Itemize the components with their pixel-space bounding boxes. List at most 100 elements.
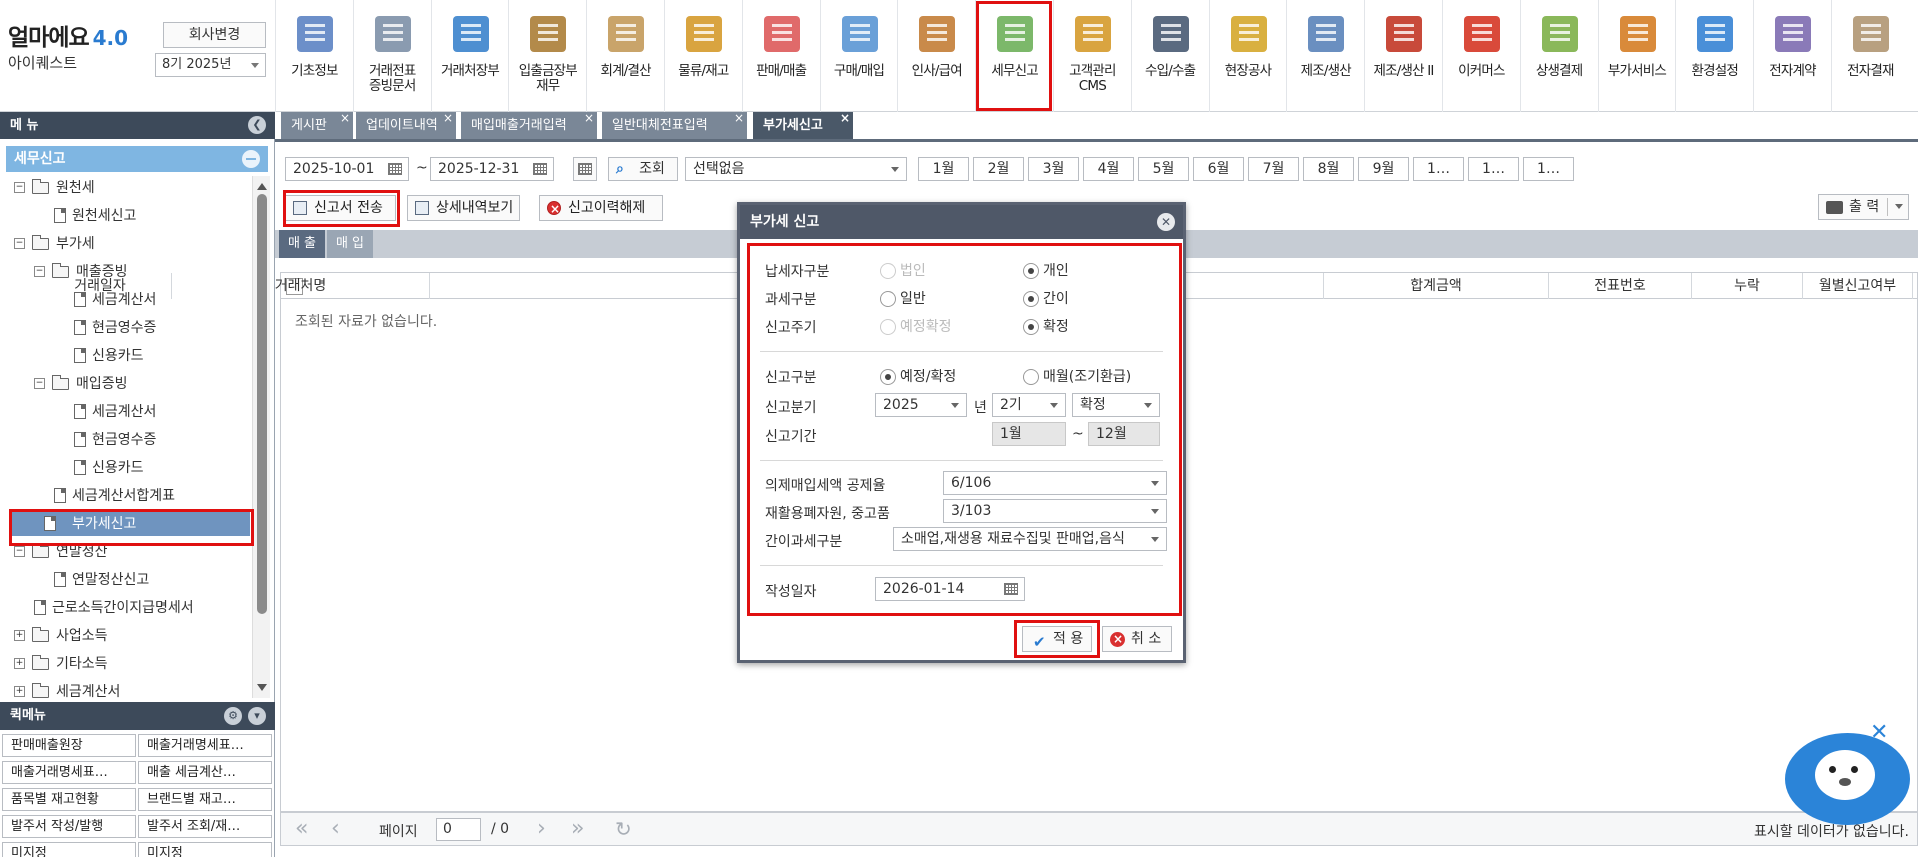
module-voucher-docs[interactable]: 거래전표 증빙문서	[352, 0, 431, 112]
date-to-input[interactable]: 2025-12-31	[430, 157, 554, 181]
module-e-contract[interactable]: 전자계약	[1753, 0, 1831, 112]
first-page-icon[interactable]: «	[295, 817, 308, 841]
quick-menu-item[interactable]: 발주서 조회/재…	[138, 815, 272, 838]
tree-item[interactable]: 부가세신고	[10, 512, 250, 536]
deemed-rate-select[interactable]: 6/106	[943, 471, 1167, 495]
taxpayer-corporate-radio[interactable]: 법인	[880, 263, 926, 279]
tree-item[interactable]: 세금계산서합계표	[0, 484, 250, 508]
cancel-history-button[interactable]: 신고이력해제	[539, 195, 663, 221]
next-page-icon[interactable]: ›	[537, 817, 546, 841]
grid-column-header[interactable]: 합계금액	[1324, 273, 1549, 299]
cancel-button[interactable]: 취 소	[1102, 626, 1172, 652]
calendar-icon[interactable]	[388, 163, 402, 175]
month-button[interactable]: 2월	[973, 157, 1024, 181]
close-mascot-icon[interactable]: ✕	[1870, 722, 1888, 744]
module-addon-service[interactable]: 부가서비스	[1597, 0, 1676, 112]
quick-menu-item[interactable]: 매출거래명세표…	[138, 734, 272, 757]
module-tax-filing[interactable]: 세무신고	[975, 0, 1053, 112]
write-date-input[interactable]: 2026-01-14	[875, 577, 1025, 601]
tab-item[interactable]: 업데이트내역 ×	[356, 111, 456, 139]
quick-menu-item[interactable]: 매출 세금계산…	[138, 761, 272, 784]
grid-column-header[interactable]: 월별신고여부	[1803, 273, 1913, 299]
module-sales[interactable]: 판매/매출	[741, 0, 820, 112]
tab-item[interactable]: 부가세신고 ×	[753, 111, 853, 139]
quick-menu-item[interactable]: 발주서 작성/발행	[2, 815, 136, 838]
scroll-up-icon[interactable]	[257, 178, 267, 190]
month-button[interactable]: 1…	[1413, 157, 1464, 181]
module-manufacturing[interactable]: 제조/생산	[1286, 0, 1364, 112]
term-select[interactable]: 2기	[992, 393, 1066, 417]
expand-icon[interactable]: +	[14, 658, 25, 669]
tree-item[interactable]: − 매입증빙	[0, 372, 250, 396]
quick-menu-item[interactable]: 판매매출원장	[2, 734, 136, 757]
module-crm[interactable]: 고객관리 CMS	[1052, 0, 1131, 112]
close-tab-icon[interactable]: ×	[340, 105, 350, 132]
quick-menu-item[interactable]: 품목별 재고현황	[2, 788, 136, 811]
quick-menu-collapse-icon[interactable]: ▾	[248, 707, 266, 725]
tree-item[interactable]: + 세금계산서	[0, 680, 250, 698]
last-page-icon[interactable]: »	[571, 817, 584, 841]
module-logistics[interactable]: 물류/재고	[663, 0, 742, 112]
calendar-picker-button[interactable]	[573, 157, 597, 181]
tree-item[interactable]: − 부가세	[0, 232, 250, 256]
recycle-rate-select[interactable]: 3/103	[943, 499, 1167, 523]
apply-button[interactable]: ✔ 적 용	[1022, 626, 1092, 652]
close-tab-icon[interactable]: ×	[840, 105, 850, 132]
month-button[interactable]: 7월	[1248, 157, 1299, 181]
tree-item[interactable]: + 기타소득	[0, 652, 250, 676]
quick-menu-item[interactable]: 매출거래명세표…	[2, 761, 136, 784]
menu-section-tax-filing[interactable]: 세무신고	[6, 146, 268, 172]
scroll-down-icon[interactable]	[257, 684, 267, 696]
month-button[interactable]: 6월	[1193, 157, 1244, 181]
grid-column-header[interactable]: 전표번호	[1549, 273, 1692, 299]
chevron-down-icon[interactable]	[1895, 204, 1903, 213]
module-e-approval[interactable]: 전자결재	[1830, 0, 1909, 112]
module-client-ledger[interactable]: 거래처장부	[430, 0, 509, 112]
module-basic-info[interactable]: 기초정보	[275, 0, 353, 112]
cycle-final-radio[interactable]: 확정	[1023, 319, 1069, 335]
calendar-icon[interactable]	[1004, 583, 1018, 595]
tree-item[interactable]: − 원천세	[0, 176, 250, 200]
date-from-input[interactable]: 2025-10-01	[285, 157, 409, 181]
close-tab-icon[interactable]: ×	[584, 105, 594, 132]
tree-item[interactable]: 신용카드	[0, 344, 250, 368]
collapse-section-icon[interactable]	[242, 150, 260, 168]
module-ecommerce[interactable]: 이커머스	[1441, 0, 1520, 112]
module-purchase[interactable]: 구매/매입	[819, 0, 898, 112]
month-button[interactable]: 3월	[1028, 157, 1079, 181]
module-payment[interactable]: 상생결제	[1519, 0, 1598, 112]
month-button[interactable]: 4월	[1083, 157, 1134, 181]
tree-item[interactable]: 근로소득간이지급명세서	[0, 596, 250, 620]
tree-item[interactable]: 원천세신고	[0, 204, 250, 228]
collapse-icon[interactable]: −	[34, 378, 45, 389]
expand-icon[interactable]: +	[14, 630, 25, 641]
cycle-interim-final-radio[interactable]: 예정확정	[880, 319, 952, 335]
module-cash-ledger[interactable]: 입출금장부 재무	[508, 0, 586, 112]
taxpayer-individual-radio[interactable]: 개인	[1023, 263, 1069, 279]
collapse-icon[interactable]: −	[14, 546, 25, 557]
quick-menu-item[interactable]: 브랜드별 재고…	[138, 788, 272, 811]
print-button[interactable]: 출 력	[1818, 194, 1909, 220]
search-button[interactable]: ⌕ 조회	[608, 157, 678, 181]
quick-menu-settings-icon[interactable]: ⚙	[224, 707, 242, 725]
tree-item[interactable]: 현금영수증	[0, 428, 250, 452]
filetype-interim-final-radio[interactable]: 예정/확정	[880, 369, 956, 385]
fiscal-period-select[interactable]: 8기 2025년	[155, 53, 266, 77]
taxtype-simple-radio[interactable]: 간이	[1023, 291, 1069, 307]
module-settings-gear[interactable]: 환경설정	[1675, 0, 1753, 112]
month-button[interactable]: 1월	[918, 157, 969, 181]
help-mascot-icon[interactable]	[1785, 733, 1910, 825]
calendar-icon[interactable]	[533, 163, 547, 175]
scroll-thumb[interactable]	[257, 194, 267, 614]
option-select[interactable]: 선택없음	[685, 157, 907, 181]
tree-item[interactable]: 연말정산신고	[0, 568, 250, 592]
tree-item[interactable]: − 연말정산	[0, 540, 250, 564]
quick-menu-item[interactable]: 미지정	[138, 842, 272, 857]
tree-item[interactable]: 현금영수증	[0, 316, 250, 340]
kind-select[interactable]: 확정	[1072, 393, 1160, 417]
tab-item[interactable]: 일반대체전표입력 ×	[602, 111, 747, 139]
month-button[interactable]: 8월	[1303, 157, 1354, 181]
change-company-button[interactable]: 회사변경	[163, 22, 266, 48]
filetype-monthly-radio[interactable]: 매월(조기환급)	[1023, 369, 1131, 385]
month-button[interactable]: 1…	[1523, 157, 1574, 181]
